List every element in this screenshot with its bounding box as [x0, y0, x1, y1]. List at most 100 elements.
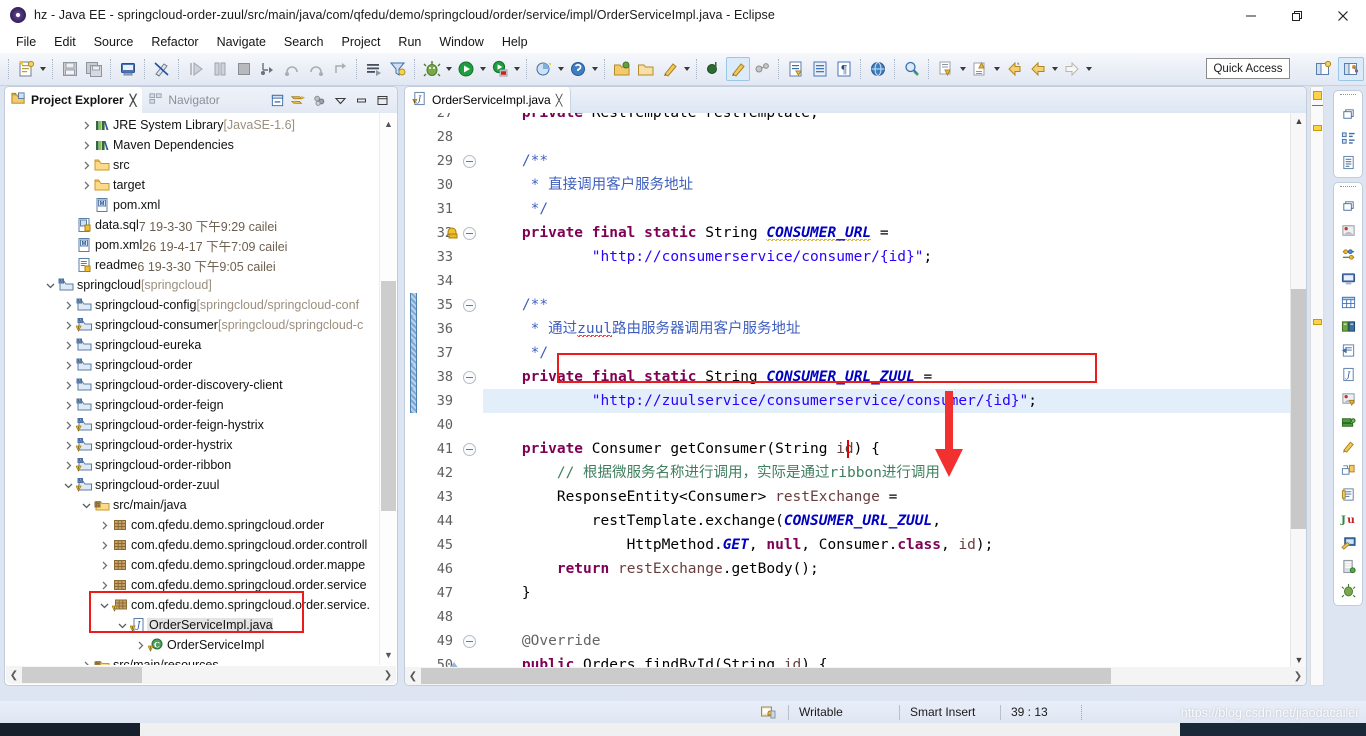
chevron-down-icon[interactable] [43, 281, 57, 290]
close-icon[interactable]: ╳ [130, 94, 137, 107]
step-return-icon[interactable] [304, 57, 328, 81]
tree-row[interactable]: src [5, 155, 377, 175]
restore-icon[interactable] [1337, 196, 1359, 217]
terminal-icon[interactable] [1337, 532, 1359, 553]
progress-icon[interactable] [1337, 412, 1359, 433]
tree-vertical-scrollbar[interactable]: ▲ ▼ [379, 113, 396, 665]
chevron-right-icon[interactable] [61, 461, 75, 470]
chevron-down-icon[interactable] [97, 601, 111, 610]
use-step-filters-icon[interactable] [386, 57, 410, 81]
editor-vertical-scrollbar[interactable]: ▲ ▼ [1290, 113, 1306, 667]
chevron-right-icon[interactable] [61, 361, 75, 370]
code-line[interactable]: @Override [483, 629, 601, 653]
code-line[interactable]: HttpMethod.GET, null, Consumer.class, id… [483, 533, 994, 557]
code-line[interactable] [483, 125, 487, 149]
toggle-mark-occurrences-icon[interactable] [150, 57, 174, 81]
chevron-right-icon[interactable] [97, 521, 111, 530]
ruler-marker[interactable] [1313, 319, 1322, 325]
minimize-icon[interactable] [353, 92, 370, 109]
code-line[interactable]: // 根据微服务名称进行调用，实际是通过ribbon进行调用 [483, 461, 940, 485]
chevron-right-icon[interactable] [61, 321, 75, 330]
ruler-marker[interactable] [1313, 91, 1322, 100]
tree-row[interactable]: M! springcloud-order-hystrix [5, 435, 377, 455]
coverage-icon[interactable] [532, 57, 556, 81]
ruler-marker[interactable] [1313, 125, 1322, 131]
back-dropdown-icon[interactable] [1050, 58, 1060, 80]
maximize-icon[interactable] [374, 92, 391, 109]
tree-row[interactable]: Mspringcloud-config [springcloud/springc… [5, 295, 377, 315]
tree-row[interactable]: JRE System Library [JavaSE-1.6] [5, 115, 377, 135]
tree-row[interactable]: M! springcloud-consumer [springcloud/spri… [5, 315, 377, 335]
step-into-icon[interactable] [256, 57, 280, 81]
chevron-right-icon[interactable] [61, 421, 75, 430]
run-as-server-dropdown-icon[interactable] [512, 58, 522, 80]
coverage-dropdown-icon[interactable] [556, 58, 566, 80]
code-line[interactable]: private RestTemplate restTemplate; [483, 113, 819, 125]
chevron-right-icon[interactable] [61, 441, 75, 450]
chevron-right-icon[interactable] [61, 381, 75, 390]
drag-grip[interactable] [1340, 94, 1356, 99]
warning-marker-icon[interactable] [447, 226, 461, 240]
new-class-icon[interactable] [658, 57, 682, 81]
markers-icon[interactable] [1337, 244, 1359, 265]
chevron-right-icon[interactable] [79, 181, 93, 190]
editor-horizontal-scrollbar[interactable]: ❮ ❯ [405, 667, 1306, 685]
collapse-all-icon[interactable] [269, 92, 286, 109]
outline-icon[interactable] [1337, 128, 1359, 149]
external-tools-icon[interactable] [566, 57, 590, 81]
code-line[interactable]: private final static String CONSUMER_URL… [483, 221, 889, 245]
code-line[interactable]: "http://zuulservice/consumerservice/cons… [483, 389, 1037, 413]
chevron-down-icon[interactable] [61, 481, 75, 490]
drop-to-frame-icon[interactable] [328, 57, 352, 81]
new-java-project-icon[interactable] [610, 57, 634, 81]
tree-row[interactable]: M! springcloud-order-ribbon [5, 455, 377, 475]
chevron-down-icon[interactable] [79, 501, 93, 510]
menu-source[interactable]: Source [85, 34, 143, 51]
debug-icon[interactable] [420, 57, 444, 81]
history-icon[interactable] [1337, 460, 1359, 481]
tree-row[interactable]: Mpom.xml 26 19-4-17 下午7:09 cailei [5, 235, 377, 255]
menu-help[interactable]: Help [493, 34, 537, 51]
code-line[interactable]: return restExchange.getBody(); [483, 557, 819, 581]
tree-row[interactable]: Mspringcloud-order-discovery-client [5, 375, 377, 395]
scroll-up-icon[interactable]: ▲ [1291, 113, 1306, 128]
open-perspective-icon[interactable] [1310, 57, 1336, 81]
new-class-dropdown-icon[interactable] [682, 58, 692, 80]
scroll-down-icon[interactable]: ▼ [1291, 652, 1306, 667]
resume-icon[interactable] [184, 57, 208, 81]
tab-orderserviceimpl-java[interactable]: J! OrderServiceImpl.java ╳ [405, 87, 572, 113]
scroll-down-icon[interactable]: ▼ [380, 646, 397, 663]
code-line[interactable]: restTemplate.exchange(CONSUMER_URL_ZUUL, [483, 509, 941, 533]
junit-icon[interactable]: Ju [1337, 508, 1359, 529]
menu-window[interactable]: Window [430, 34, 492, 51]
chevron-right-icon[interactable] [79, 141, 93, 150]
run-icon[interactable] [454, 57, 478, 81]
tree-row[interactable]: Mspringcloud-eureka [5, 335, 377, 355]
scrollbar-thumb[interactable] [22, 667, 142, 683]
tree-row[interactable]: readme 6 19-3-30 下午9:05 cailei [5, 255, 377, 275]
debug-dropdown-icon[interactable] [444, 58, 454, 80]
menu-run[interactable]: Run [389, 34, 430, 51]
close-button[interactable] [1320, 0, 1366, 31]
tree-row[interactable]: Maven Dependencies [5, 135, 377, 155]
save-all-icon[interactable] [82, 57, 106, 81]
tree-row[interactable]: Mspringcloud-order [5, 355, 377, 375]
external-tools-dropdown-icon[interactable] [590, 58, 600, 80]
open-web-browser-icon[interactable] [866, 57, 890, 81]
search-icon[interactable] [1337, 436, 1359, 457]
scroll-up-icon[interactable]: ▲ [380, 115, 397, 132]
scrollbar-thumb[interactable] [1291, 289, 1306, 529]
chevron-down-icon[interactable] [115, 621, 129, 630]
scroll-left-icon[interactable]: ❮ [405, 671, 421, 682]
code-line[interactable] [483, 605, 487, 629]
new-wizard-dropdown-icon[interactable] [38, 58, 48, 80]
fold-collapse-icon[interactable] [463, 443, 476, 456]
chevron-right-icon[interactable] [61, 341, 75, 350]
scrollbar-thumb[interactable] [421, 668, 1111, 684]
tree-row[interactable]: Mpom.xml [5, 195, 377, 215]
declaration-icon[interactable] [1337, 388, 1359, 409]
tree-row[interactable]: src/main/resources [5, 655, 377, 665]
suspend-icon[interactable] [208, 57, 232, 81]
previous-annotation-dropdown-icon[interactable] [992, 58, 1002, 80]
search-icon[interactable] [900, 57, 924, 81]
